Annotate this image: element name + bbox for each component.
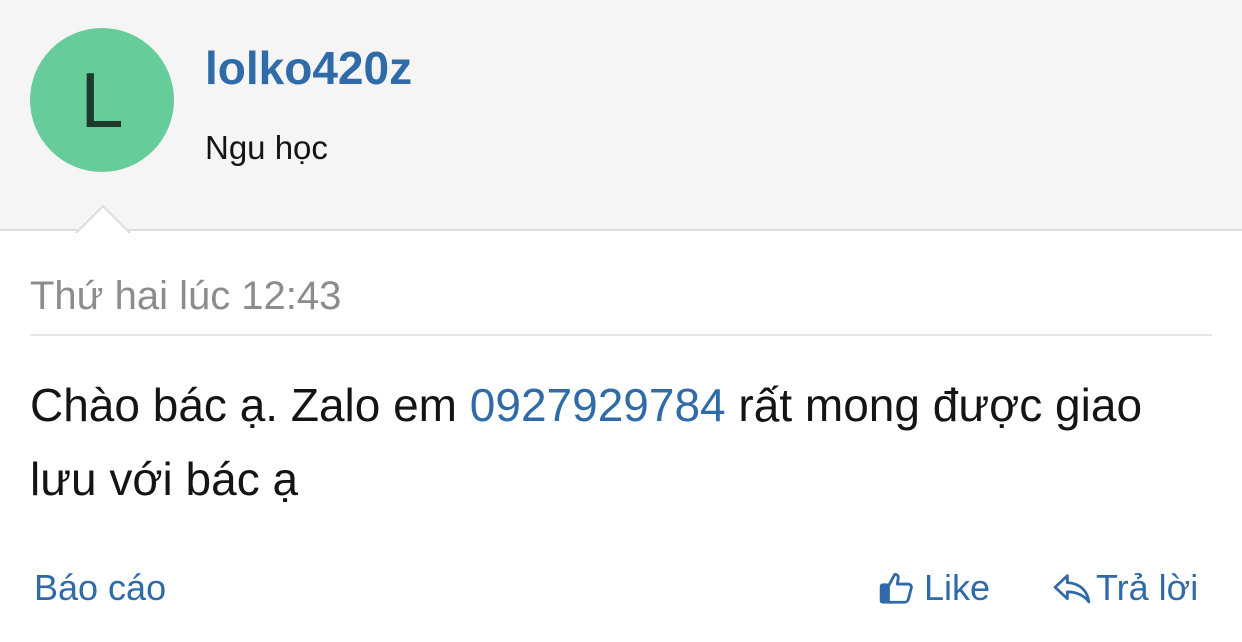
like-label: Like bbox=[924, 567, 991, 608]
user-title: Ngu học bbox=[205, 129, 328, 166]
avatar-letter: L bbox=[80, 56, 124, 144]
report-label: Báo cáo bbox=[34, 567, 167, 608]
avatar[interactable]: L bbox=[30, 28, 174, 172]
username-link[interactable]: lolko420z bbox=[205, 40, 412, 96]
phone-link[interactable]: 0927929784 bbox=[470, 379, 726, 431]
reply-label: Trả lời bbox=[1096, 567, 1199, 608]
divider bbox=[30, 334, 1212, 336]
thumbs-up-icon bbox=[878, 569, 916, 607]
post-message: Chào bác ạ. Zalo em 0927929784 rất mong … bbox=[30, 368, 1212, 516]
like-button[interactable]: Like bbox=[878, 566, 990, 610]
profile-header: L lolko420z Ngu học bbox=[0, 0, 1242, 231]
post-timestamp[interactable]: Thứ hai lúc 12:43 bbox=[30, 272, 341, 320]
reply-button[interactable]: Trả lời bbox=[1052, 566, 1198, 610]
report-button[interactable]: Báo cáo bbox=[34, 566, 166, 610]
message-text-before: Chào bác ạ. Zalo em bbox=[30, 379, 470, 431]
header-pointer bbox=[75, 203, 131, 233]
reply-arrow-icon bbox=[1052, 569, 1092, 607]
